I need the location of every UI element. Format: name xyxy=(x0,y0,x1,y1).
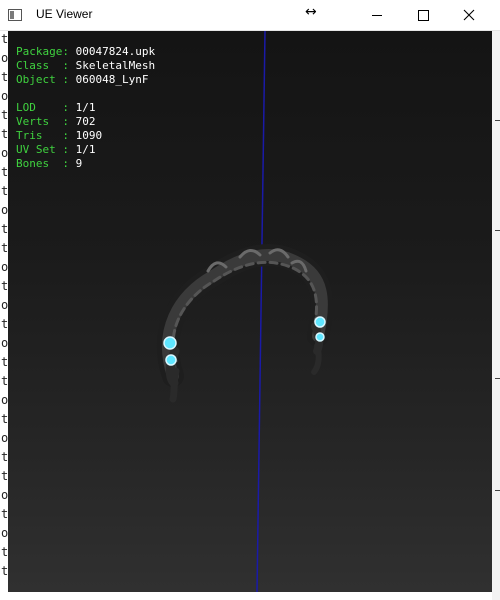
info-object-row: Object : 060048_LynF xyxy=(16,73,149,86)
ue-viewer-window: UE Viewer ↔ Package: 00047824.upk Class … xyxy=(0,0,500,600)
close-button[interactable] xyxy=(446,0,492,30)
info-package-row: Package: 00047824.upk xyxy=(16,45,156,58)
info-verts-row: Verts : 702 xyxy=(16,115,96,128)
title-bar[interactable]: UE Viewer ↔ xyxy=(0,0,500,31)
gem-stones xyxy=(163,316,326,366)
info-tris-row: Tris : 1090 xyxy=(16,129,103,142)
resize-cursor-icon: ↔ xyxy=(305,4,317,20)
vertical-axis-line xyxy=(256,31,266,592)
minimize-icon xyxy=(372,14,382,16)
close-icon xyxy=(463,9,475,21)
info-class-row: Class : SkeletalMesh xyxy=(16,59,156,72)
info-bones-row: Bones : 9 xyxy=(16,157,83,170)
maximize-icon xyxy=(417,9,429,21)
hair-ornament-mesh xyxy=(157,244,333,403)
info-uvset-row: UV Set : 1/1 xyxy=(16,143,96,156)
mesh-info-overlay: Package: 00047824.upk Class : SkeletalMe… xyxy=(16,45,155,171)
window-app-icon[interactable] xyxy=(8,9,22,21)
minimize-button[interactable] xyxy=(354,0,400,30)
window-title: UE Viewer xyxy=(36,7,93,21)
3d-viewport[interactable]: Package: 00047824.upk Class : SkeletalMe… xyxy=(8,31,492,592)
info-lod-row: LOD : 1/1 xyxy=(16,101,96,114)
maximize-button[interactable] xyxy=(400,0,446,30)
